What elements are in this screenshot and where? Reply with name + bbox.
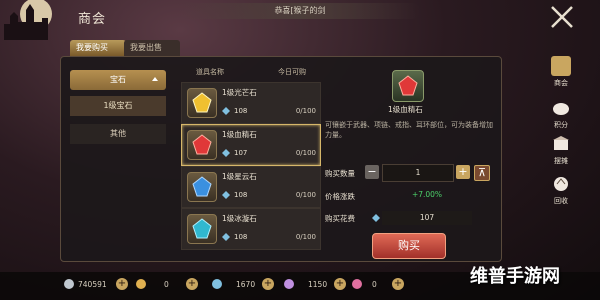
crystal-icon — [222, 149, 230, 157]
item-price: 108 — [234, 233, 248, 241]
red-gem-icon — [392, 70, 424, 102]
cost-value: 107 — [382, 211, 472, 225]
quantity-increase-button[interactable]: + — [456, 165, 470, 179]
item-name: 1级冰漩石 — [222, 214, 257, 223]
currency-crystal: 1670 — [236, 280, 256, 289]
item-limit: 0/100 — [295, 191, 316, 199]
item-limit: 0/100 — [295, 149, 316, 157]
pig-icon — [553, 103, 569, 115]
caret-up-icon — [152, 77, 158, 81]
item-limit: 0/100 — [295, 233, 316, 241]
quantity-decrease-button[interactable]: − — [365, 165, 379, 179]
site-watermark: 维普手游网 — [470, 266, 560, 287]
category-other[interactable]: 其他 — [70, 124, 166, 144]
red-gem-icon — [187, 130, 217, 160]
list-item[interactable]: 1级光芒石 108 0/100 — [181, 82, 321, 124]
column-header-limit: 今日可购 — [278, 68, 306, 76]
currency-purple: 1150 — [308, 280, 328, 289]
item-price: 108 — [234, 107, 248, 115]
cyan-gem-icon — [187, 214, 217, 244]
item-name: 1级光芒石 — [222, 88, 257, 97]
sidebar-item-label: 积分 — [554, 121, 568, 129]
blue-gem-icon — [187, 172, 217, 202]
list-item[interactable]: 1级冰漩石 108 0/100 — [181, 208, 321, 250]
sidebar-item-points[interactable]: 积分 — [544, 98, 578, 130]
add-pink-button[interactable]: + — [392, 278, 404, 290]
purple-gem-currency-icon — [284, 279, 294, 289]
detail-description: 可镶嵌于武器、项链、戒指、耳环部位，可为装备增加力量。 — [325, 121, 493, 139]
stall-icon — [553, 136, 569, 150]
sidebar-item-shop[interactable]: 商会 — [544, 56, 578, 88]
buy-button[interactable]: 购买 — [372, 233, 446, 259]
list-item-selected[interactable]: 1级血精石 107 0/100 — [181, 124, 321, 166]
sidebar-item-recycle[interactable]: 回收 — [544, 174, 578, 206]
currency-silver: 740591 — [78, 280, 107, 289]
tab-sell[interactable]: 我要出售 — [124, 40, 180, 56]
add-gold-button[interactable]: + — [186, 278, 198, 290]
sidebar-item-stall[interactable]: 摆摊 — [544, 134, 578, 166]
cost-label: 购买花费 — [325, 214, 355, 223]
close-icon[interactable] — [548, 3, 576, 31]
quantity-label: 购买数量 — [325, 169, 355, 178]
sidebar-item-label: 回收 — [554, 197, 568, 205]
add-crystal-button[interactable]: + — [262, 278, 274, 290]
sidebar-item-label: 商会 — [554, 79, 568, 87]
column-header-name: 道具名称 — [196, 68, 224, 76]
quantity-input[interactable]: 1 — [382, 164, 454, 182]
crystal-currency-icon — [212, 279, 222, 289]
sidebar-item-label: 摆摊 — [554, 157, 568, 165]
item-price: 108 — [234, 191, 248, 199]
item-price: 107 — [234, 149, 248, 157]
currency-pink: 0 — [372, 280, 377, 289]
item-name: 1级血精石 — [222, 130, 257, 139]
shop-icon — [551, 56, 571, 76]
price-change-value: +7.00% — [411, 190, 443, 199]
crystal-icon — [222, 233, 230, 241]
price-change-label: 价格涨跌 — [325, 192, 355, 201]
tab-buy[interactable]: 我要购买 — [70, 40, 126, 56]
yellow-gem-icon — [187, 88, 217, 118]
currency-gold: 0 — [164, 280, 169, 289]
title-bar: 商会 恭喜[猴子的剑 — [0, 0, 600, 32]
announcement-banner: 恭喜[猴子的剑 — [180, 3, 420, 19]
detail-item-name: 1级血精石 — [388, 105, 423, 114]
page-title: 商会 — [78, 12, 107, 27]
crystal-icon — [222, 191, 230, 199]
quantity-max-button[interactable]: ⊼ — [474, 165, 490, 181]
crystal-icon — [222, 107, 230, 115]
add-purple-button[interactable]: + — [334, 278, 346, 290]
item-limit: 0/100 — [295, 107, 316, 115]
list-item[interactable]: 1级星云石 108 0/100 — [181, 166, 321, 208]
category-level1-gem[interactable]: 1级宝石 — [70, 96, 166, 116]
gold-coin-icon — [136, 279, 146, 289]
silver-coin-icon — [64, 279, 74, 289]
item-name: 1级星云石 — [222, 172, 257, 181]
pink-gem-currency-icon — [352, 279, 362, 289]
recycle-icon — [554, 177, 568, 191]
add-silver-button[interactable]: + — [116, 278, 128, 290]
crystal-icon — [372, 214, 380, 222]
